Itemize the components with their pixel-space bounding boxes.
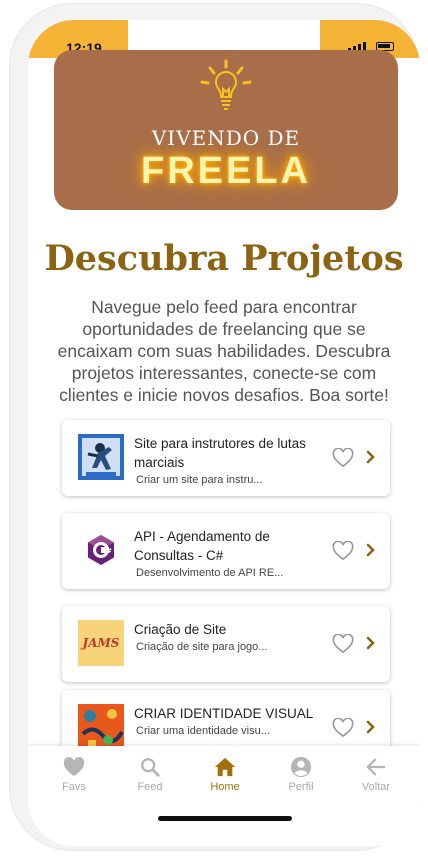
tab-favs[interactable]: Favs: [44, 756, 104, 793]
chevron-right-icon[interactable]: [366, 636, 376, 650]
home-indicator[interactable]: [158, 816, 292, 821]
chevron-right-icon[interactable]: [366, 543, 376, 557]
heart-icon: [63, 757, 85, 777]
user-icon: [290, 756, 312, 778]
svg-text:#: #: [106, 547, 112, 555]
illustration-thumbnail: [78, 704, 124, 750]
jams-thumbnail-text: JAMS: [82, 636, 120, 650]
tab-label: Favs: [62, 781, 86, 793]
notch: [128, 20, 320, 54]
phone-frame: 12:19 VIVENDO DE FREELA Descubra Projeto…: [10, 4, 420, 850]
project-subtitle: Desenvolvimento de API RE...: [136, 567, 284, 579]
banner-line2: FREELA: [141, 150, 311, 192]
page-title: Descubra Projetos: [44, 238, 404, 279]
project-subtitle: Criar um site para instru...: [136, 474, 263, 486]
project-subtitle: Criação de site para jogo...: [136, 641, 268, 653]
home-icon: [214, 757, 236, 777]
project-card[interactable]: # API - Agendamento de Consultas - C# De…: [62, 513, 390, 589]
project-title: CRIAR IDENTIDADE VISUAL: [134, 706, 314, 721]
heart-outline-icon[interactable]: [332, 448, 354, 468]
chevron-right-icon[interactable]: [366, 720, 376, 734]
heart-outline-icon[interactable]: [332, 541, 354, 561]
project-card[interactable]: Site para instrutores de lutas marciais …: [62, 420, 390, 496]
heart-outline-icon[interactable]: [332, 718, 354, 738]
tab-label: Perfil: [288, 781, 314, 793]
tab-label: Feed: [137, 781, 163, 793]
tab-feed[interactable]: Feed: [120, 756, 180, 793]
martial-arts-thumbnail: [78, 434, 124, 480]
lightbulb-icon: [200, 59, 252, 110]
arrow-left-icon: [366, 758, 386, 776]
jams-thumbnail: JAMS: [78, 620, 124, 666]
csharp-logo: #: [88, 535, 114, 565]
tab-bar: Favs Feed Home Perfil Voltar: [28, 746, 420, 846]
tab-home[interactable]: Home: [195, 756, 255, 793]
banner-line1: VIVENDO DE: [151, 126, 301, 150]
project-title: Criação de Site: [134, 622, 227, 637]
heart-outline-icon[interactable]: [332, 634, 354, 654]
tab-label: Voltar: [361, 781, 391, 793]
search-icon: [141, 758, 160, 777]
project-title: API - Agendamento de Consultas - C#: [134, 529, 270, 563]
tab-voltar[interactable]: Voltar: [346, 756, 406, 793]
project-title: Site para instrutores de lutas marciais: [134, 436, 306, 470]
project-card[interactable]: JAMS Criação de Site Criação de site par…: [62, 606, 390, 682]
page-description: Navegue pelo feed para encontrar oportun…: [57, 297, 391, 405]
tab-perfil[interactable]: Perfil: [271, 756, 331, 793]
banner: VIVENDO DE FREELA: [54, 50, 398, 210]
project-subtitle: Criar uma identidade visu...: [136, 725, 270, 737]
screen: 12:19 VIVENDO DE FREELA Descubra Projeto…: [28, 20, 420, 846]
tab-label: Home: [210, 781, 240, 793]
chevron-right-icon[interactable]: [366, 450, 376, 464]
